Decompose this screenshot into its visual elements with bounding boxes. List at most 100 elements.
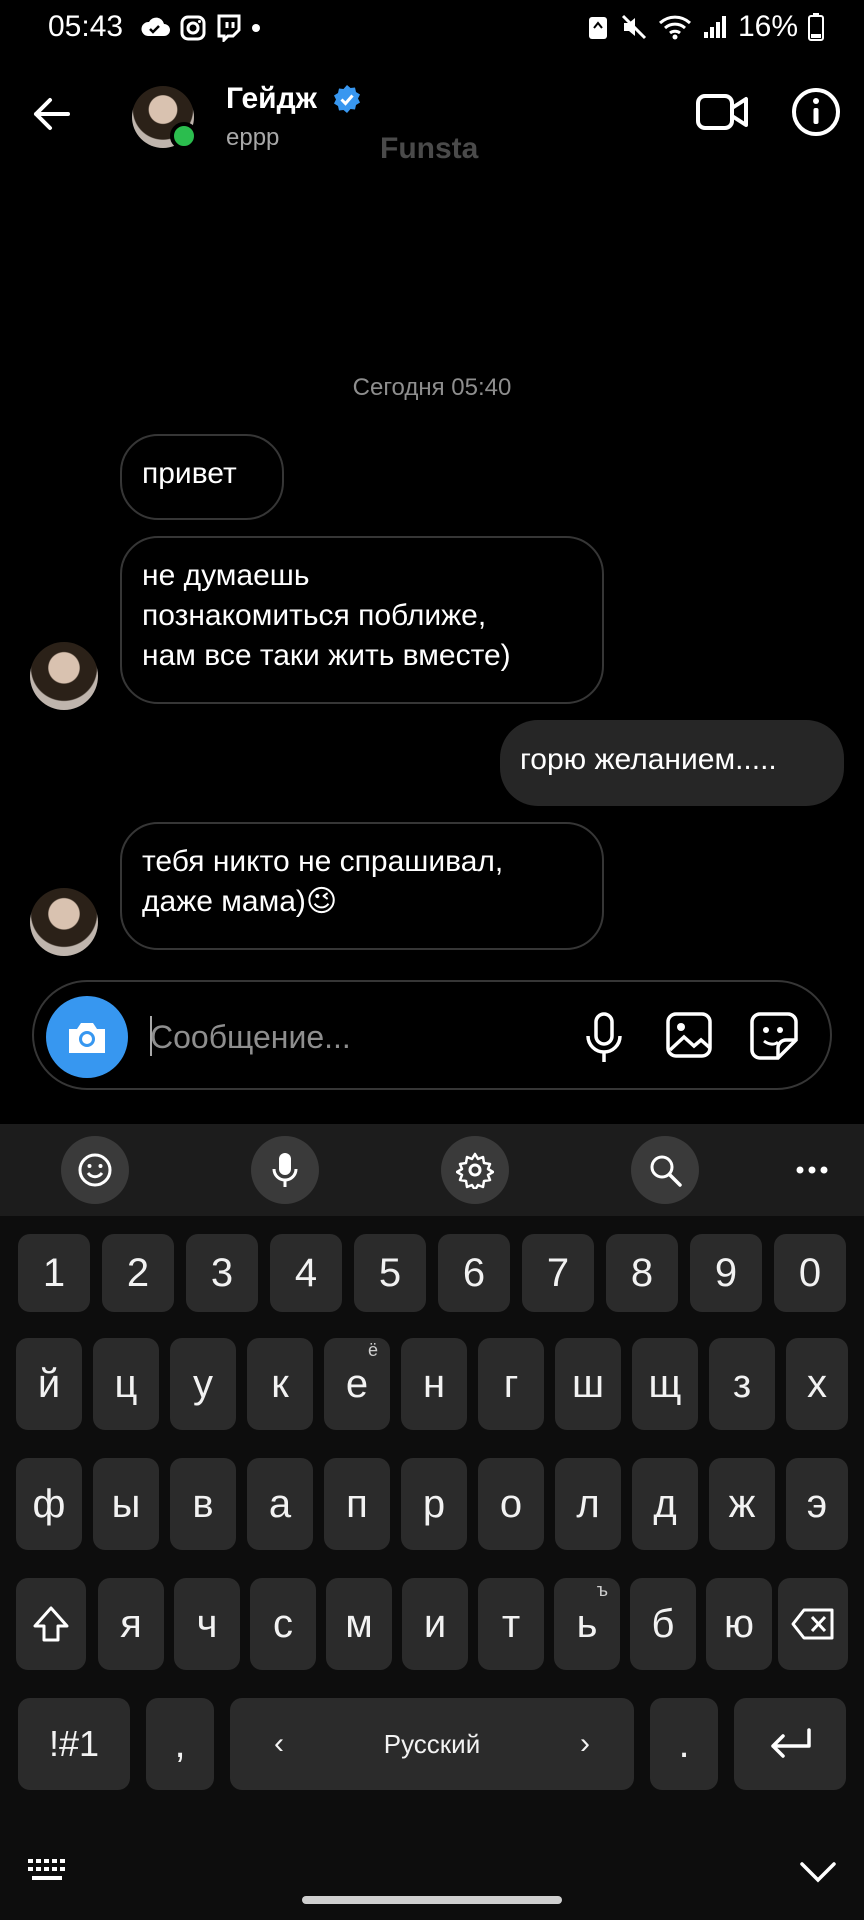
key-4[interactable]: 4 [270,1234,342,1312]
back-button[interactable] [30,92,74,136]
status-bar: 05:43 16% [0,0,864,64]
status-time: 05:43 [48,10,124,43]
emoji-icon [78,1153,112,1187]
period-key[interactable]: . [650,1698,718,1790]
voice-input-button[interactable] [251,1136,319,1204]
emoji-button[interactable] [61,1136,129,1204]
key-letter[interactable]: к [247,1338,313,1430]
video-call-button[interactable] [694,84,750,140]
message-input[interactable] [150,1012,570,1062]
symbols-key[interactable]: !#1 [18,1698,130,1790]
key-7[interactable]: 7 [522,1234,594,1312]
space-key[interactable]: ‹ Русский › [230,1698,634,1790]
key-letter[interactable]: а [247,1458,313,1550]
key-letter[interactable]: ю [706,1578,772,1670]
camera-button[interactable] [46,996,128,1078]
video-camera-icon [696,94,748,130]
account-label: Funsta [380,132,479,165]
keyboard-grid-icon [28,1859,65,1880]
key-letter[interactable]: м [326,1578,392,1670]
key-9[interactable]: 9 [690,1234,762,1312]
key-letter[interactable]: н [401,1338,467,1430]
key-3[interactable]: 3 [186,1234,258,1312]
key-letter[interactable]: в [170,1458,236,1550]
key-letter[interactable]: я [98,1578,164,1670]
backspace-icon [791,1608,834,1640]
microphone-icon [272,1153,298,1187]
key-letter[interactable]: г [478,1338,544,1430]
message-line: не думаешь [142,559,310,592]
sender-avatar[interactable] [30,888,98,956]
cloud-check-icon [141,17,170,36]
message-outgoing[interactable]: горю желанием..... [500,720,844,806]
image-icon [666,1012,712,1058]
keyboard-switch-button[interactable] [26,1856,70,1884]
key-letter[interactable]: ц [93,1338,159,1430]
key-alt-char: ъ [596,1580,608,1600]
key-letter[interactable]: ш [555,1338,621,1430]
voice-message-button[interactable] [580,1010,628,1066]
key-letter[interactable]: ж [709,1458,775,1550]
search-icon [650,1155,682,1187]
message-line: нам все таки жить вместе) [142,639,511,672]
shift-key[interactable] [16,1578,86,1670]
message-incoming[interactable]: не думаешь познакомиться поближе, нам вс… [120,536,604,704]
message-line: тебя никто не спрашивал, [142,845,504,878]
key-letter[interactable]: б [630,1578,696,1670]
microphone-icon [586,1012,622,1062]
settings-icon [456,1152,494,1189]
key-letter[interactable]: щ [632,1338,698,1430]
key-letter[interactable]: ф [16,1458,82,1550]
keyboard-toolbar [0,1124,864,1216]
verified-badge-icon [334,85,360,113]
home-indicator[interactable] [302,1896,562,1904]
more-icon [796,1166,828,1174]
comma-key[interactable]: , [146,1698,214,1790]
enter-key[interactable] [734,1698,846,1790]
key-letter[interactable]: о [478,1458,544,1550]
key-letter[interactable]: т [478,1578,544,1670]
keyboard-search-button[interactable] [631,1136,699,1204]
key-1[interactable]: 1 [18,1234,90,1312]
sender-avatar[interactable] [30,642,98,710]
chevron-right-icon: › [580,1727,590,1760]
key-letter[interactable]: р [401,1458,467,1550]
keyboard-more-button[interactable] [790,1156,834,1184]
key-5[interactable]: 5 [354,1234,426,1312]
key-letter[interactable]: ьъ [554,1578,620,1670]
keyboard-settings-button[interactable] [441,1136,509,1204]
sticker-button[interactable] [748,1010,800,1062]
key-letter[interactable]: ч [174,1578,240,1670]
key-letter[interactable]: и [402,1578,468,1670]
key-letter[interactable]: э [786,1458,848,1550]
hide-keyboard-button[interactable] [796,1856,840,1886]
key-letter[interactable]: д [632,1458,698,1550]
key-8[interactable]: 8 [606,1234,678,1312]
gallery-button[interactable] [664,1010,714,1060]
contact-username: еррр [226,124,280,151]
message-incoming[interactable]: тебя никто не спрашивал, даже мама)😉 [120,822,604,950]
message-line: даже мама)😉 [142,885,338,918]
message-line: познакомиться поближе, [142,599,487,632]
key-0[interactable]: 0 [774,1234,846,1312]
key-letter[interactable]: с [250,1578,316,1670]
key-letter[interactable]: л [555,1458,621,1550]
info-button[interactable] [788,84,844,140]
key-letter[interactable]: ы [93,1458,159,1550]
contact-name[interactable]: Гейдж [226,82,317,116]
key-letter[interactable]: её [324,1338,390,1430]
signal-icon [703,16,726,38]
backspace-key[interactable] [778,1578,848,1670]
message-text: привет [142,457,237,490]
key-letter[interactable]: у [170,1338,236,1430]
twitch-icon [217,14,241,42]
key-6[interactable]: 6 [438,1234,510,1312]
key-2[interactable]: 2 [102,1234,174,1312]
key-letter[interactable]: з [709,1338,775,1430]
battery-percent: 16% [737,10,798,43]
message-incoming[interactable]: привет [120,434,284,520]
system-icons: 16% [586,10,824,44]
key-letter[interactable]: х [786,1338,848,1430]
key-letter[interactable]: й [16,1338,82,1430]
key-letter[interactable]: п [324,1458,390,1550]
